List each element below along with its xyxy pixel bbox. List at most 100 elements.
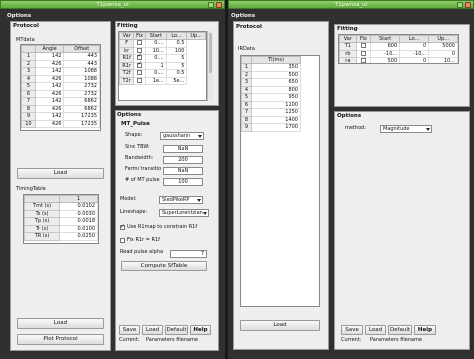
table-row[interactable]: 6 1100	[241, 100, 301, 109]
table-cell[interactable]: 650	[251, 78, 301, 87]
table-row[interactable]: 7 1250	[241, 108, 301, 117]
table-row[interactable]: ra 500 0 10...	[339, 57, 458, 63]
table-row[interactable]: F 0.... 0.5	[119, 39, 206, 48]
table-row[interactable]: 4 426 1088	[21, 74, 100, 83]
table-cell[interactable]: 0	[428, 49, 458, 58]
fix-cell[interactable]	[133, 39, 146, 48]
use-r1map-checkbox[interactable]	[120, 223, 125, 230]
fix-cell[interactable]	[355, 57, 372, 63]
table-row[interactable]: 8 426 6862	[21, 104, 100, 113]
left-fitting-scrollbar[interactable]	[207, 31, 213, 101]
table-row[interactable]: Tp (s) 0.0018	[24, 217, 98, 226]
fix-checkbox[interactable]	[137, 40, 143, 45]
table-row[interactable]: Tmt (s) 0.0102	[24, 202, 98, 211]
table-cell[interactable]: 10...	[144, 46, 167, 55]
table-row[interactable]: T2r 1e... 5e...	[119, 76, 206, 85]
fix-cell[interactable]	[133, 69, 146, 78]
table-row[interactable]: 1 142 443	[21, 52, 100, 61]
table-row[interactable]: 3 650	[241, 78, 301, 87]
table-row[interactable]: kr 10... 100	[119, 46, 206, 55]
table-row[interactable]: T2f 0.... 0.5	[119, 69, 206, 78]
fix-checkbox[interactable]	[360, 50, 366, 56]
table-cell[interactable]: 350	[251, 63, 301, 72]
table-cell[interactable]: 1e...	[144, 76, 167, 85]
table-cell[interactable]: 6862	[63, 104, 100, 113]
table-cell[interactable]: 17235	[63, 112, 100, 121]
right-close-button[interactable]	[465, 2, 471, 8]
table-cell[interactable]: 6862	[63, 97, 100, 106]
table-row[interactable]: 4 800	[241, 85, 301, 94]
table-cell[interactable]: 600	[370, 42, 401, 51]
bandwidth-field[interactable]: 200	[163, 156, 203, 164]
left-minimize-button[interactable]	[208, 2, 214, 8]
timing-table[interactable]: 1 Tmt (s) 0.0102 Ts (s) 0.0030 Tp (s) 0.0018 T…	[23, 194, 99, 244]
table-cell[interactable]: 0.0102	[59, 202, 98, 211]
table-row[interactable]: 2 426 443	[21, 59, 100, 68]
table-row[interactable]: 3 142 1088	[21, 67, 100, 76]
right-save-button[interactable]: Save	[341, 325, 363, 335]
table-cell[interactable]: 1100	[251, 100, 301, 109]
table-row[interactable]: 9 1700	[241, 123, 301, 132]
right-load-button[interactable]: Load	[365, 325, 386, 335]
irdata-table[interactable]: TI(ms) 1 350 2 500 3 650 4 800 5 950 6 1100 7 1250 8 14…	[240, 55, 320, 307]
table-cell[interactable]: 2732	[63, 82, 100, 91]
table-cell[interactable]: -10...	[399, 49, 430, 58]
table-cell[interactable]: 0.0030	[59, 209, 98, 218]
table-row[interactable]: 8 1400	[241, 115, 301, 124]
table-cell[interactable]: 426	[34, 119, 65, 128]
model-dropdown[interactable]: SledPikeRP	[159, 196, 203, 204]
table-cell[interactable]: 0.5	[165, 69, 188, 78]
compute-sftable-button[interactable]: Compute SfTable	[121, 261, 207, 271]
table-cell[interactable]: 1250	[251, 108, 301, 117]
table-cell[interactable]: 1088	[63, 67, 100, 76]
fix-cell[interactable]	[355, 49, 372, 58]
table-cell[interactable]: 0.0018	[59, 217, 98, 226]
table-cell[interactable]: 142	[34, 82, 65, 91]
fermi-transition-field[interactable]: NaN	[163, 167, 203, 175]
table-cell[interactable]: 5e...	[165, 76, 188, 85]
mtdata-load-button[interactable]: Load	[17, 168, 104, 179]
table-cell[interactable]: 500	[370, 57, 401, 63]
fix-cell[interactable]	[133, 61, 146, 70]
fix-cell[interactable]	[355, 42, 372, 51]
table-row[interactable]: TR (s) 0.0250	[24, 232, 98, 241]
right-minimize-button[interactable]	[457, 2, 463, 8]
timing-load-button[interactable]: Load	[17, 318, 104, 329]
table-row[interactable]: 5 142 2732	[21, 82, 100, 91]
table-cell[interactable]: 426	[34, 104, 65, 113]
right-default-button[interactable]: Default	[388, 325, 412, 335]
sinc-tbw-field[interactable]: NaN	[163, 145, 203, 153]
table-cell[interactable]: 5000	[428, 42, 458, 51]
left-fitting-scroll-thumb[interactable]	[209, 33, 212, 73]
table-row[interactable]: R1r 15	[119, 61, 206, 70]
shape-dropdown[interactable]: gausshann	[160, 132, 204, 140]
left-default-button[interactable]: Default	[165, 325, 188, 335]
table-cell[interactable]: 142	[34, 52, 65, 61]
lineshape-dropdown[interactable]: SuperLorentzian	[159, 209, 209, 217]
table-cell[interactable]: 443	[63, 59, 100, 68]
table-cell[interactable]: 142	[34, 67, 65, 76]
table-cell[interactable]: 426	[34, 74, 65, 83]
table-cell[interactable]: 0.5	[165, 39, 188, 48]
table-cell[interactable]: 10...	[428, 57, 458, 63]
table-row[interactable]: Ts (s) 0.0030	[24, 209, 98, 218]
mt-pulse-count-field[interactable]: 100	[163, 178, 203, 186]
right-titlebar[interactable]: T1pwnsa_ui	[228, 0, 474, 9]
table-cell[interactable]: 950	[251, 93, 301, 102]
fix-checkbox[interactable]	[360, 58, 366, 63]
table-row[interactable]: 5 950	[241, 93, 301, 102]
table-cell[interactable]: 17235	[63, 119, 100, 128]
table-cell[interactable]: 5	[165, 61, 188, 70]
fix-checkbox[interactable]	[137, 61, 142, 68]
right-help-button[interactable]: Help	[414, 325, 436, 335]
table-cell[interactable]: 0	[399, 57, 430, 63]
table-cell[interactable]: 100	[165, 46, 188, 55]
table-cell[interactable]: 0....	[144, 39, 167, 48]
table-cell[interactable]: 142	[34, 97, 65, 106]
table-cell[interactable]: 1700	[251, 123, 301, 132]
table-row[interactable]: 6 426 2732	[21, 89, 100, 98]
table-cell[interactable]: 800	[251, 85, 301, 94]
fix-cell[interactable]	[133, 76, 146, 85]
table-cell[interactable]: 0	[399, 42, 430, 51]
read-pulse-alpha-field[interactable]: 7	[170, 250, 207, 258]
